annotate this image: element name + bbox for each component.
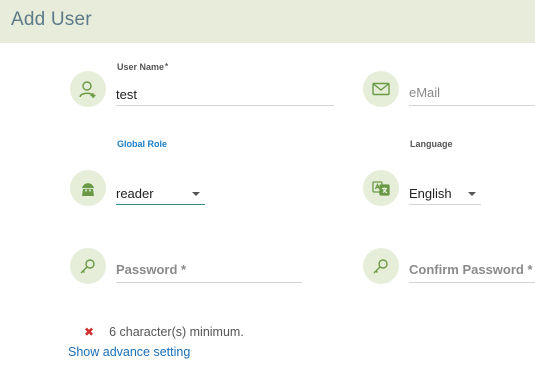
hint-message: 6 character(s) minimum.	[109, 325, 244, 339]
global-role-select[interactable]: reader	[116, 183, 205, 205]
username-input[interactable]	[116, 83, 334, 106]
role-agent-icon	[70, 170, 106, 206]
chevron-down-icon	[192, 191, 200, 196]
global-role-value: reader	[116, 186, 154, 201]
dialog-title: Add User	[11, 9, 92, 30]
password-length-hint: ✖ 6 character(s) minimum.	[84, 325, 244, 339]
email-input[interactable]	[409, 80, 535, 106]
username-label: User Name*	[117, 62, 169, 72]
x-mark-icon: ✖	[84, 325, 95, 339]
password-input[interactable]	[116, 256, 302, 283]
user-add-icon	[70, 71, 106, 107]
key-icon	[363, 248, 399, 284]
dialog-header: Add User	[0, 0, 535, 43]
translate-icon	[363, 170, 399, 206]
show-advanced-settings-link[interactable]: Show advance setting	[68, 345, 190, 359]
language-label: Language	[410, 139, 453, 149]
key-icon	[70, 248, 106, 284]
mail-icon	[363, 71, 399, 107]
confirm-password-input[interactable]	[409, 256, 535, 283]
language-select[interactable]: English	[409, 183, 481, 205]
language-value: English	[409, 186, 452, 201]
global-role-label: Global Role	[117, 139, 168, 149]
chevron-down-icon	[468, 191, 476, 196]
